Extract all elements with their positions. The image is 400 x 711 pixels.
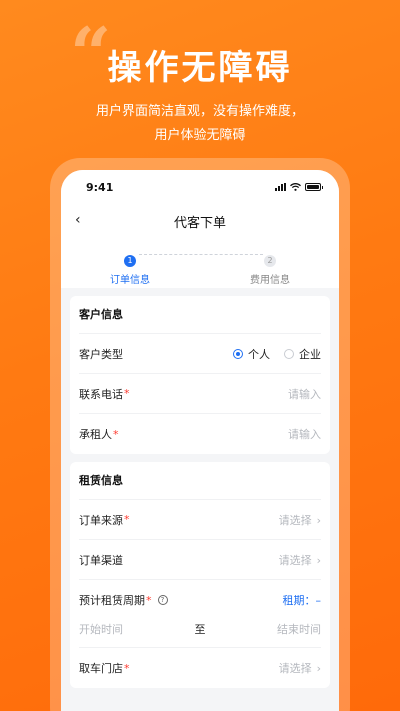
label-text: 取车门店 (79, 662, 123, 675)
radio-enterprise[interactable]: 企业 (284, 346, 321, 362)
select-placeholder: 请选择 (278, 513, 312, 527)
radio-individual[interactable]: 个人 (233, 346, 270, 362)
signal-icon (275, 183, 286, 191)
section-title: 租赁信息 (79, 462, 321, 500)
step-fee-info[interactable]: 2 费用信息 (235, 248, 305, 286)
field-label: 订单渠道 (79, 553, 123, 567)
status-time: 9:41 (86, 180, 114, 194)
step-indicator: 1 订单信息 2 费用信息 (61, 238, 339, 288)
date-range-separator: 至 (194, 622, 206, 636)
phone-screen: 9:41 ‹ 代客下单 1 订单信息 2 费用信息 客户信息 客户类型 个人 企… (61, 170, 339, 711)
order-source-row[interactable]: 订单来源 * 请选择 › (79, 500, 321, 540)
order-source-select[interactable]: 请选择 › (279, 512, 321, 528)
required-mark: * (124, 513, 130, 526)
section-title: 客户信息 (79, 296, 321, 334)
field-label: 订单来源 * (79, 512, 130, 528)
radio-label: 企业 (299, 347, 321, 361)
radio-unchecked-icon (284, 348, 294, 359)
customer-type-radio-group: 个人 企业 (233, 346, 321, 362)
promo-subtitle-line2: 用户体验无障碍 (154, 128, 246, 143)
chevron-right-icon: › (316, 662, 321, 675)
rental-info-card: 租赁信息 订单来源 * 请选择 › 订单渠道 请选择 › 预计租赁周期 * ? 租期：–… (70, 462, 330, 688)
promo-title: 操作无障碍 (107, 48, 293, 88)
step-label: 订单信息 (110, 275, 150, 286)
label-text: 承租人 (79, 428, 112, 441)
customer-type-row: 客户类型 个人 企业 (79, 334, 321, 374)
renter-row: 承租人 * 请输入 (79, 414, 321, 454)
pickup-store-row[interactable]: 取车门店 * 请选择 › (79, 648, 321, 688)
step-number: 2 (264, 255, 276, 267)
step-order-info[interactable]: 1 订单信息 (95, 248, 165, 286)
promo-subtitle-line1: 用户界面简洁直观，没有操作难度， (95, 104, 304, 119)
renter-input[interactable]: 请输入 (288, 426, 321, 442)
nav-bar: ‹ 代客下单 (61, 204, 339, 238)
date-range-row: 开始时间 至 结束时间 (79, 610, 321, 648)
field-label: 预计租赁周期 * ? (79, 592, 168, 608)
order-channel-row[interactable]: 订单渠道 请选择 › (79, 540, 321, 580)
promo-subtitle: 用户界面简洁直观，没有操作难度， 用户体验无障碍 (0, 100, 400, 148)
customer-info-card: 客户信息 客户类型 个人 企业 联系电话 * 请输入 承租人 * 请输入 (70, 296, 330, 454)
status-icons (275, 183, 323, 191)
battery-icon (305, 183, 323, 191)
end-time-input[interactable]: 结束时间 (277, 621, 321, 637)
radio-checked-icon (233, 348, 243, 359)
rental-period-value: 租期：– (282, 594, 322, 607)
wifi-icon (290, 183, 301, 191)
field-label: 承租人 * (79, 426, 119, 442)
required-mark: * (124, 387, 130, 400)
start-time-input[interactable]: 开始时间 (79, 621, 123, 637)
label-text: 预计租赁周期 (79, 594, 145, 607)
order-channel-select[interactable]: 请选择 › (279, 552, 321, 568)
field-label: 取车门店 * (79, 660, 130, 676)
help-icon[interactable]: ? (157, 595, 168, 605)
back-arrow-icon[interactable]: ‹ (75, 212, 81, 228)
pickup-store-select[interactable]: 请选择 › (279, 660, 321, 676)
step-label: 费用信息 (250, 275, 290, 286)
radio-label: 个人 (248, 347, 270, 361)
phone-row: 联系电话 * 请输入 (79, 374, 321, 414)
chevron-right-icon: › (316, 513, 321, 527)
chevron-right-icon: › (316, 553, 321, 567)
label-text: 联系电话 (79, 387, 123, 401)
label-text: 订单来源 (79, 513, 123, 527)
rental-period-row: 预计租赁周期 * ? 租期：– (79, 580, 321, 610)
status-bar: 9:41 (61, 170, 339, 204)
field-label: 客户类型 (79, 347, 123, 361)
phone-input[interactable]: 请输入 (288, 386, 321, 402)
required-mark: * (113, 427, 119, 441)
select-placeholder: 请选择 (278, 662, 312, 675)
required-mark: * (124, 661, 130, 675)
select-placeholder: 请选择 (278, 553, 312, 567)
page-title: 代客下单 (173, 215, 226, 231)
required-mark: * (146, 593, 152, 607)
field-label: 联系电话 * (79, 386, 130, 402)
step-number: 1 (124, 255, 136, 267)
